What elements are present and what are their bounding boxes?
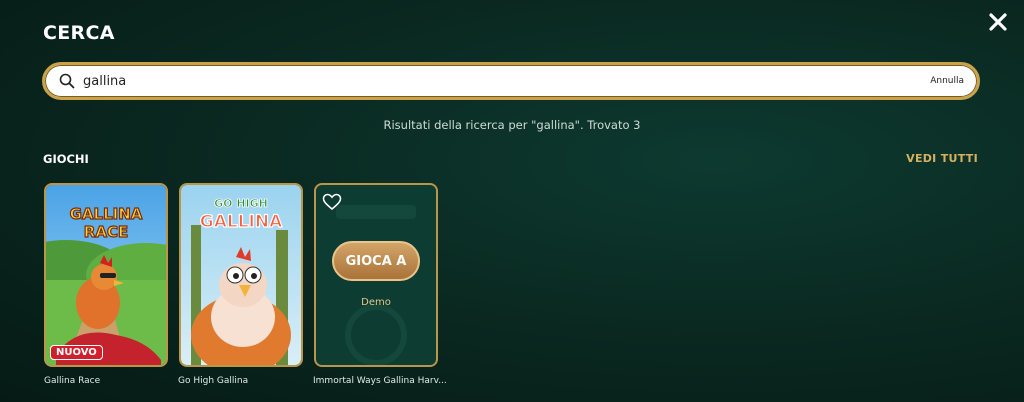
game-thumbnail-go-high-gallina: GO HIGH GALLINA <box>181 185 301 365</box>
heart-icon[interactable] <box>322 193 342 211</box>
game-logo-line2: GALLINA <box>200 212 283 232</box>
see-all-link[interactable]: VEDI TUTTI <box>906 152 978 165</box>
game-card-gallina-race[interactable]: GALLINA RACE NUOVO <box>44 183 168 367</box>
search-bar: Annulla <box>42 62 980 100</box>
results-summary: Risultati della ricerca per "gallina". T… <box>383 118 641 132</box>
game-card-immortal-ways-gallina[interactable]: GIOCA A Demo <box>314 183 438 367</box>
game-name-go-high-gallina[interactable]: Go High Gallina <box>178 376 248 386</box>
search-input[interactable] <box>83 65 931 97</box>
new-badge: NUOVO <box>50 345 103 360</box>
close-icon[interactable] <box>988 12 1008 32</box>
demo-link[interactable]: Demo <box>316 297 436 308</box>
section-title-games: GIOCHI <box>43 152 89 166</box>
play-button[interactable]: GIOCA A <box>332 241 420 281</box>
game-logo-line2: RACE <box>84 223 128 241</box>
game-name-immortal-ways[interactable]: Immortal Ways Gallina Harv... <box>313 376 447 386</box>
game-logo-line1: GALLINA <box>70 205 143 223</box>
game-thumbnail-gallina-race: GALLINA RACE <box>46 185 166 365</box>
game-card-go-high-gallina[interactable]: GO HIGH GALLINA <box>179 183 303 367</box>
cancel-button[interactable]: Annulla <box>930 76 964 86</box>
search-icon <box>59 73 75 89</box>
game-logo-line1: GO HIGH <box>214 197 268 210</box>
game-name-gallina-race[interactable]: Gallina Race <box>44 376 100 386</box>
page-title: CERCA <box>43 22 115 44</box>
